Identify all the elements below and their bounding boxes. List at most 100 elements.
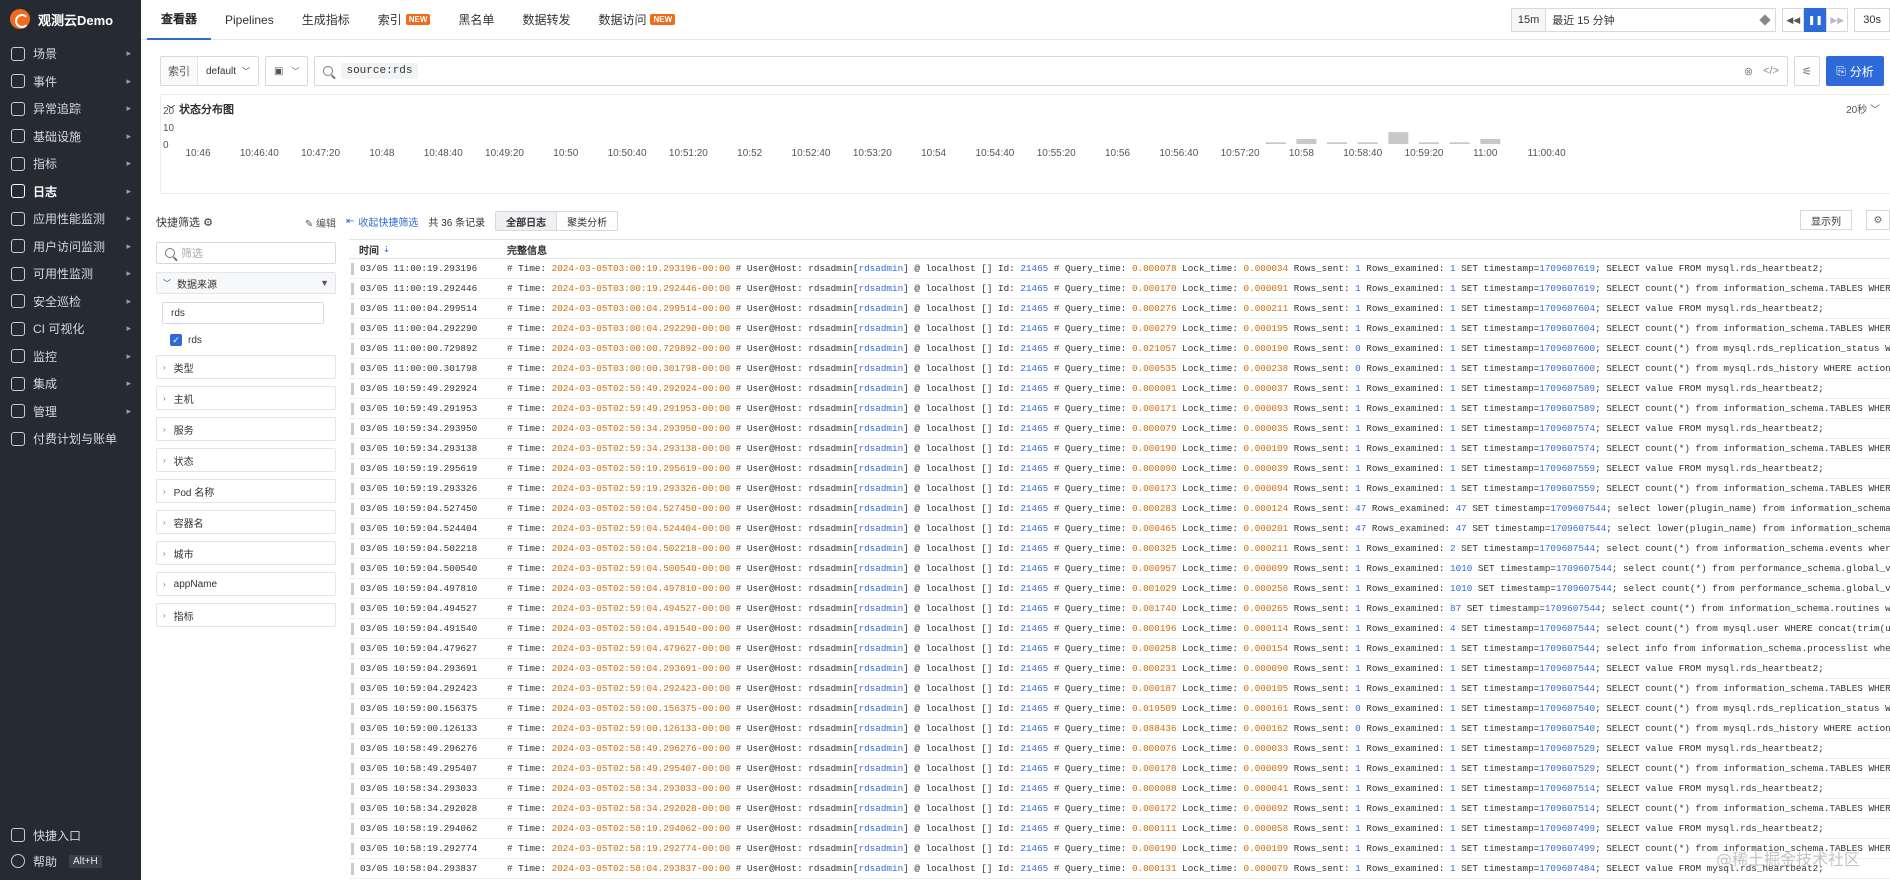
- facet-item[interactable]: › 主机: [156, 386, 336, 410]
- cluster-analysis-tab[interactable]: 聚类分析: [557, 212, 617, 230]
- tab-1[interactable]: Pipelines: [211, 0, 288, 40]
- sidebar-item-10[interactable]: CI 可视化 ▸: [0, 315, 141, 343]
- sidebar-item-0[interactable]: 场景 ▸: [0, 40, 141, 68]
- pause-button[interactable]: ❚❚: [1804, 8, 1827, 32]
- table-row[interactable]: 03/05 10:59:49.291953 # Time: 2024-03-05T…: [349, 399, 1890, 419]
- table-row[interactable]: 03/05 10:58:04.293837 # Time: 2024-03-05T…: [349, 859, 1890, 879]
- chart-title[interactable]: ﹀ 状态分布图: [167, 101, 234, 117]
- gear-icon[interactable]: ⚙: [1866, 210, 1890, 230]
- chart-interval-select[interactable]: 20秒 ﹀: [1846, 101, 1880, 116]
- analyze-button[interactable]: ⎘ 分析: [1826, 56, 1884, 86]
- sidebar-item-13[interactable]: 管理 ▸: [0, 398, 141, 426]
- checkbox-checked-icon[interactable]: ✓: [170, 334, 182, 346]
- sidebar-item-4[interactable]: 指标 ▸: [0, 150, 141, 178]
- forward-button[interactable]: ▶▶: [1826, 8, 1849, 32]
- table-row[interactable]: 03/05 11:00:04.299514 # Time: 2024-03-05T…: [349, 299, 1890, 319]
- view-mode-select[interactable]: ▣ ﹀: [265, 56, 309, 86]
- table-row[interactable]: 03/05 10:59:19.295619 # Time: 2024-03-05T…: [349, 459, 1890, 479]
- brand[interactable]: 观测云Demo: [0, 0, 141, 38]
- tab-4[interactable]: 黑名单: [444, 0, 508, 40]
- index-select[interactable]: 索引 default ﹀: [160, 56, 260, 86]
- log-query-time: 0.000178: [1131, 763, 1177, 774]
- facet-item[interactable]: › 状态: [156, 448, 336, 472]
- column-time[interactable]: 时间 ⇣: [349, 242, 507, 257]
- tab-0[interactable]: 查看器: [147, 0, 212, 40]
- clear-icon[interactable]: ⊗: [1744, 65, 1753, 78]
- time-range-picker[interactable]: 最近 15 分钟: [1546, 8, 1777, 32]
- tab-5[interactable]: 数据转发: [508, 0, 584, 40]
- table-row[interactable]: 03/05 10:59:04.527450 # Time: 2024-03-05T…: [349, 499, 1890, 519]
- sidebar-item-9[interactable]: 安全巡检 ▸: [0, 288, 141, 316]
- table-row[interactable]: 03/05 10:59:34.293950 # Time: 2024-03-05T…: [349, 419, 1890, 439]
- table-row[interactable]: 03/05 10:59:04.491540 # Time: 2024-03-05T…: [349, 619, 1890, 639]
- table-row[interactable]: 03/05 10:59:04.479627 # Time: 2024-03-05T…: [349, 639, 1890, 659]
- table-row[interactable]: 03/05 10:59:34.293138 # Time: 2024-03-05T…: [349, 439, 1890, 459]
- table-row[interactable]: 03/05 11:00:00.729892 # Time: 2024-03-05T…: [349, 339, 1890, 359]
- facet-value-checkbox[interactable]: ✓ rds: [170, 332, 336, 348]
- tab-3[interactable]: 索引 NEW: [364, 0, 445, 40]
- facet-data-source[interactable]: ﹀ 数据来源 ▼: [156, 272, 336, 294]
- sidebar-item-5[interactable]: 日志 ▸: [0, 178, 141, 206]
- table-row[interactable]: 03/05 10:59:04.524404 # Time: 2024-03-05T…: [349, 519, 1890, 539]
- table-row[interactable]: 03/05 11:00:19.292446 # Time: 2024-03-05T…: [349, 279, 1890, 299]
- table-row[interactable]: 03/05 10:59:04.502218 # Time: 2024-03-05T…: [349, 539, 1890, 559]
- sidebar-item-2[interactable]: 异常追踪 ▸: [0, 95, 141, 123]
- table-row[interactable]: 03/05 10:59:04.293691 # Time: 2024-03-05T…: [349, 659, 1890, 679]
- table-row[interactable]: 03/05 10:58:19.294062 # Time: 2024-03-05T…: [349, 819, 1890, 839]
- facet-item[interactable]: › 城市: [156, 541, 336, 565]
- table-row[interactable]: 03/05 10:58:49.296276 # Time: 2024-03-05T…: [349, 739, 1890, 759]
- column-message[interactable]: 完整信息: [507, 242, 547, 257]
- table-row[interactable]: 03/05 10:59:04.497810 # Time: 2024-03-05T…: [349, 579, 1890, 599]
- sidebar-item-7[interactable]: 用户访问监测 ▸: [0, 233, 141, 261]
- sidebar-item-3[interactable]: 基础设施 ▸: [0, 123, 141, 151]
- table-row[interactable]: 03/05 11:00:04.292290 # Time: 2024-03-05T…: [349, 319, 1890, 339]
- facet-item[interactable]: › 服务: [156, 417, 336, 441]
- time-quick-button[interactable]: 15m: [1510, 8, 1547, 32]
- sidebar-item-8[interactable]: 可用性监测 ▸: [0, 260, 141, 288]
- rewind-button[interactable]: ◀◀: [1782, 8, 1805, 32]
- tab-2[interactable]: 生成指标: [288, 0, 364, 40]
- code-icon[interactable]: </>: [1763, 65, 1779, 77]
- settings-icon[interactable]: ⚙: [203, 217, 213, 229]
- table-row[interactable]: 03/05 10:58:34.292028 # Time: 2024-03-05T…: [349, 799, 1890, 819]
- sort-desc-icon[interactable]: ⇣: [383, 245, 390, 254]
- table-row[interactable]: 03/05 10:59:49.292924 # Time: 2024-03-05T…: [349, 379, 1890, 399]
- table-row[interactable]: 03/05 10:59:00.126133 # Time: 2024-03-05T…: [349, 719, 1890, 739]
- table-row[interactable]: 03/05 10:59:19.293326 # Time: 2024-03-05T…: [349, 479, 1890, 499]
- query-token[interactable]: source:rds: [341, 63, 418, 79]
- table-row[interactable]: 03/05 11:00:19.293196 # Time: 2024-03-05T…: [349, 259, 1890, 279]
- table-row[interactable]: 03/05 10:59:04.494527 # Time: 2024-03-05T…: [349, 599, 1890, 619]
- facet-item[interactable]: › Pod 名称: [156, 479, 336, 503]
- table-row[interactable]: 03/05 10:59:00.156375 # Time: 2024-03-05T…: [349, 699, 1890, 719]
- facet-search-input[interactable]: rds: [162, 302, 324, 324]
- sidebar-item-11[interactable]: 监控 ▸: [0, 343, 141, 371]
- filter-settings-button[interactable]: ⚟: [1794, 56, 1820, 86]
- facet-item[interactable]: › 容器名: [156, 510, 336, 534]
- help-button[interactable]: 帮助 Alt+H: [0, 848, 141, 874]
- collapse-filters-button[interactable]: ⇤ 收起快捷筛选: [346, 214, 418, 229]
- table-row[interactable]: 03/05 10:58:49.295407 # Time: 2024-03-05T…: [349, 759, 1890, 779]
- filter-search-input[interactable]: 筛选: [156, 242, 336, 264]
- table-row[interactable]: 03/05 10:59:04.500540 # Time: 2024-03-05T…: [349, 559, 1890, 579]
- funnel-icon[interactable]: ▼: [320, 278, 329, 288]
- all-logs-tab[interactable]: 全部日志: [496, 212, 558, 230]
- edit-filters-button[interactable]: ✎ 编辑: [305, 215, 336, 230]
- search-input[interactable]: source:rds ⊗ </>: [314, 56, 1788, 86]
- sidebar-item-14[interactable]: 付费计划与账单: [0, 425, 141, 453]
- sidebar-item-12[interactable]: 集成 ▸: [0, 370, 141, 398]
- sidebar-item-1[interactable]: 事件 ▸: [0, 68, 141, 96]
- table-row[interactable]: 03/05 10:58:19.292774 # Time: 2024-03-05T…: [349, 839, 1890, 859]
- table-row[interactable]: 03/05 10:59:04.292423 # Time: 2024-03-05T…: [349, 679, 1890, 699]
- refresh-interval-select[interactable]: 30s: [1854, 8, 1890, 32]
- pin-icon[interactable]: [1759, 14, 1771, 26]
- table-row[interactable]: 03/05 11:00:00.301798 # Time: 2024-03-05T…: [349, 359, 1890, 379]
- display-columns-button[interactable]: 显示列: [1800, 210, 1852, 230]
- facet-item[interactable]: › 类型: [156, 355, 336, 379]
- facet-item[interactable]: › appName: [156, 572, 336, 596]
- table-row[interactable]: 03/05 10:58:34.293033 # Time: 2024-03-05T…: [349, 779, 1890, 799]
- facet-item[interactable]: › 指标: [156, 603, 336, 627]
- sidebar-item-6[interactable]: 应用性能监测 ▸: [0, 205, 141, 233]
- tab-6[interactable]: 数据访问 NEW: [584, 0, 689, 40]
- quick-entry-button[interactable]: 快捷入口: [0, 822, 141, 848]
- log-user-bracket: rdsadmin: [858, 623, 904, 634]
